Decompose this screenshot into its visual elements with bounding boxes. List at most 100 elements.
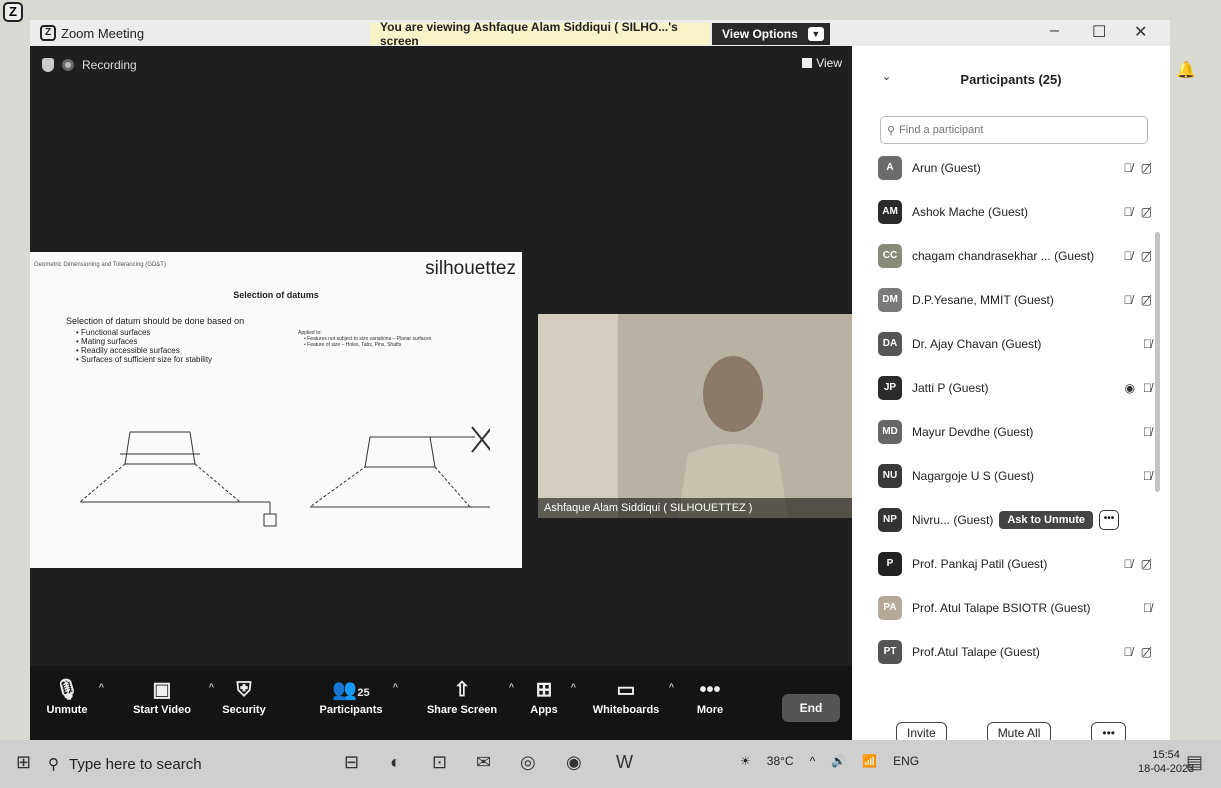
avatar: A [878, 156, 902, 180]
mic-muted-icon: 🎙̸ [1143, 601, 1152, 615]
share-screen-button[interactable]: ⇧ ^ Share Screen [422, 676, 514, 716]
participant-row[interactable]: A Arun (Guest) 🎙̸ ▢̸ [878, 146, 1158, 190]
video-off-icon: ▢̸ [1140, 161, 1152, 175]
weather-icon[interactable]: ☀ [740, 754, 751, 768]
store-icon[interactable]: ⊡ [432, 752, 447, 773]
caret-up-icon[interactable]: ^ [509, 682, 514, 692]
more-options-icon[interactable]: ••• [1098, 510, 1119, 530]
search-icon: ⚲ [48, 756, 59, 773]
participant-name: Prof.Atul Talape (Guest) [912, 645, 1040, 659]
participant-row[interactable]: NP Nivru... (Guest) Ask to Unmute ••• [878, 498, 1158, 542]
slide-bullet: Surfaces of sufficient size for stabilit… [76, 355, 212, 364]
notification-icon[interactable]: 🔔 [1176, 62, 1196, 79]
participant-row[interactable]: P Prof. Pankaj Patil (Guest) 🎙̸ ▢̸ [878, 542, 1158, 586]
video-tile[interactable]: Ashfaque Alam Siddiqui ( SILHOUETTEZ ) [538, 314, 858, 518]
notification-center-icon[interactable]: ▤ [1186, 752, 1203, 773]
zoom-icon[interactable]: ◉ [566, 752, 582, 773]
participants-button[interactable]: 👥25 ^ Participants [316, 676, 398, 716]
avatar: JP [878, 376, 902, 400]
whiteboard-icon: ▭ [616, 679, 636, 701]
apps-button[interactable]: ⊞ ^ Apps [524, 676, 576, 716]
zoom-logo-icon: Z [40, 25, 56, 41]
raised-hand-icon: ◉ [1124, 381, 1135, 395]
participant-row[interactable]: DM D.P.Yesane, MMIT (Guest) 🎙̸ ▢̸ [878, 278, 1158, 322]
ask-to-unmute-button[interactable]: Ask to Unmute [999, 511, 1093, 529]
windows-start-icon[interactable]: ⊞ [16, 752, 31, 773]
participant-list: A Arun (Guest) 🎙̸ ▢̸ AM Ashok Mache (Gues… [878, 146, 1158, 674]
caret-up-icon[interactable]: ^ [393, 682, 398, 692]
caret-up-icon[interactable]: ^ [99, 682, 104, 692]
participant-search[interactable]: ⚲ Find a participant [880, 116, 1148, 144]
view-options-button[interactable]: View Options ▼ [712, 23, 830, 45]
mic-muted-icon: 🎙̸ [1123, 557, 1133, 571]
taskbar-search[interactable]: ⚲ Type here to search [48, 746, 248, 782]
task-view-icon[interactable]: ⊟ [344, 752, 359, 773]
zoom-window: Z Zoom Meeting You are viewing Ashfaque … [30, 20, 1170, 744]
chevron-down-icon: ▼ [807, 27, 824, 41]
slide-bullet: Mating surfaces [76, 337, 212, 346]
participant-name: Arun (Guest) [912, 161, 981, 175]
participant-row[interactable]: MD Mayur Devdhe (Guest) 🎙̸ [878, 410, 1158, 454]
language[interactable]: ENG [893, 754, 919, 768]
start-video-button[interactable]: ▣ ^ Start Video [122, 676, 214, 716]
video-off-icon: ▢̸ [1140, 645, 1152, 659]
participant-name: Prof. Atul Talape BSIOTR (Guest) [912, 601, 1091, 615]
video-background [538, 314, 618, 518]
microphone-muted-icon: 🎙 [54, 679, 80, 701]
participant-row[interactable]: PA Prof. Atul Talape BSIOTR (Guest) 🎙̸ [878, 586, 1158, 630]
edge-icon[interactable]: ◐ [390, 752, 401, 773]
slide-applied: Applied to: Features not subject to size… [298, 330, 431, 348]
participant-row[interactable]: CC chagam chandrasekhar ... (Guest) 🎙̸ ▢̸ [878, 234, 1158, 278]
participant-row[interactable]: DA Dr. Ajay Chavan (Guest) 🎙̸ [878, 322, 1158, 366]
caret-up-icon[interactable]: ^ [571, 682, 576, 692]
viewing-banner: You are viewing Ashfaque Alam Siddiqui (… [370, 20, 710, 48]
participant-name: Mayur Devdhe (Guest) [912, 425, 1034, 439]
caret-up-icon[interactable]: ^ [669, 682, 674, 692]
chevron-up-icon[interactable]: ^ [810, 754, 816, 768]
speaker-video [678, 356, 788, 518]
mic-muted-icon: 🎙̸ [1123, 293, 1133, 307]
mic-muted-icon: 🎙̸ [1143, 425, 1152, 439]
video-off-icon: ▢̸ [1140, 293, 1152, 307]
end-button[interactable]: End [782, 694, 840, 722]
window-title: Z Zoom Meeting [40, 25, 144, 41]
avatar: CC [878, 244, 902, 268]
video-off-icon: ▢̸ [1140, 557, 1152, 571]
slide-header: Geometric Dimensioning and Tolerancing (… [34, 262, 166, 268]
avatar: DM [878, 288, 902, 312]
volume-icon[interactable]: 🔊 [831, 754, 846, 768]
avatar: AM [878, 200, 902, 224]
word-icon[interactable]: W [616, 752, 633, 773]
whiteboards-button[interactable]: ▭ ^ Whiteboards [590, 676, 674, 716]
avatar: MD [878, 420, 902, 444]
maximize-button[interactable]: ☐ [1092, 22, 1106, 42]
participant-row[interactable]: PT Prof.Atul Talape (Guest) 🎙̸ ▢̸ [878, 630, 1158, 674]
windows-taskbar: ⊞ ⚲ Type here to search ⊟ ◐ ⊡ ✉ ◎ ◉ W ☀ … [0, 740, 1221, 788]
participant-row[interactable]: AM Ashok Mache (Guest) 🎙̸ ▢̸ [878, 190, 1158, 234]
mail-icon[interactable]: ✉ [476, 752, 491, 773]
view-icon [802, 58, 813, 68]
security-button[interactable]: ⛨ Security [214, 676, 274, 716]
unmute-button[interactable]: 🎙 ^ Unmute [42, 676, 104, 716]
video-off-icon: ▢̸ [1140, 249, 1152, 263]
wifi-icon[interactable]: 📶 [862, 754, 877, 768]
shield-icon[interactable] [42, 58, 54, 72]
scrollbar[interactable] [1155, 232, 1160, 492]
mic-muted-icon: 🎙̸ [1143, 381, 1152, 395]
minimize-button[interactable]: – [1050, 22, 1059, 40]
record-icon [62, 59, 74, 71]
mic-muted-icon: 🎙̸ [1123, 249, 1133, 263]
participant-row[interactable]: JP Jatti P (Guest) ◉ 🎙̸ [878, 366, 1158, 410]
avatar: PT [878, 640, 902, 664]
avatar: P [878, 552, 902, 576]
participant-row[interactable]: NU Nagargoje U S (Guest) 🎙̸ [878, 454, 1158, 498]
more-button[interactable]: ••• More [690, 676, 730, 716]
slide-bullet: Functional surfaces [76, 328, 212, 337]
slide-bullets: Functional surfaces Mating surfaces Read… [76, 328, 212, 364]
title-bar: Z Zoom Meeting You are viewing Ashfaque … [30, 20, 1170, 48]
more-icon: ••• [699, 679, 721, 701]
view-button[interactable]: View [802, 56, 842, 70]
chrome-icon[interactable]: ◎ [520, 752, 536, 773]
close-button[interactable]: ✕ [1134, 22, 1147, 42]
participant-name: Dr. Ajay Chavan (Guest) [912, 337, 1042, 351]
